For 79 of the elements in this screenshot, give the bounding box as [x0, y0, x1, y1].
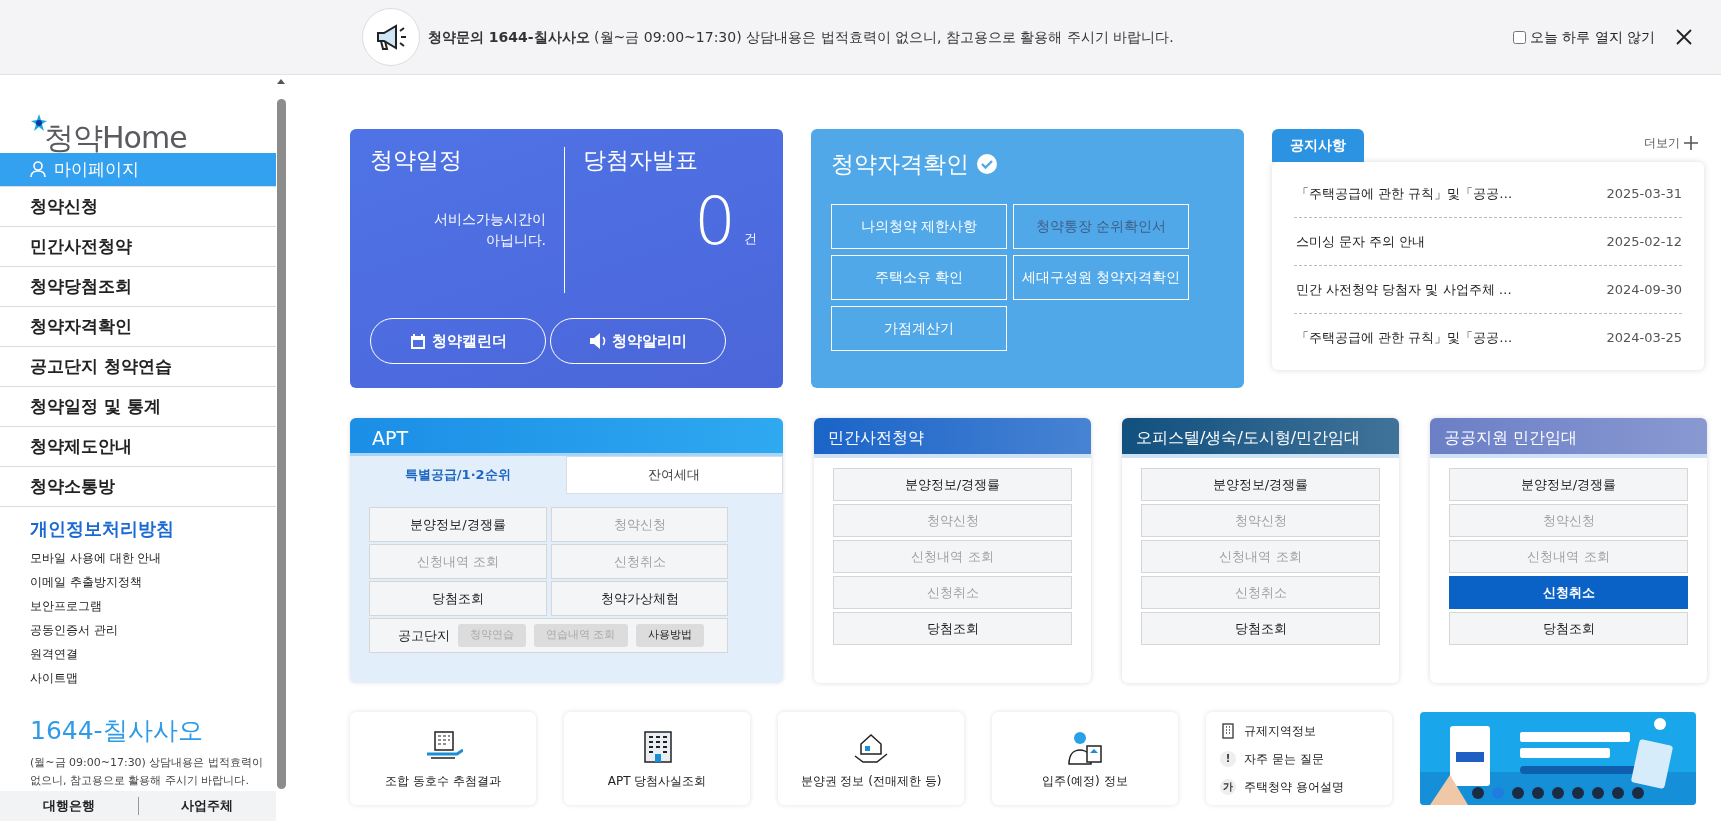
- panel-title: APT: [350, 418, 783, 456]
- notice-date: 2025-03-31: [1606, 184, 1682, 203]
- menu-button[interactable]: 당첨조회: [1141, 612, 1380, 645]
- menu-button[interactable]: 당첨조회: [369, 581, 547, 616]
- notice-title[interactable]: 스미싱 문자 주의 안내: [1296, 231, 1426, 252]
- footer-link[interactable]: 사이트맵: [30, 671, 78, 685]
- quick-link-card[interactable]: APT 당첨사실조회: [564, 712, 750, 805]
- notice-title[interactable]: 「주택공급에 관한 규칙」및「공공…: [1296, 328, 1513, 348]
- panel-header: 공공지원 민간임대: [1430, 418, 1707, 458]
- menu-item[interactable]: 청약제도안내: [0, 427, 276, 467]
- tab[interactable]: 잔여세대: [565, 456, 783, 494]
- footer-link[interactable]: 이메일 추출방지정책: [30, 575, 142, 589]
- quick-link-card[interactable]: 입주(예정) 정보: [992, 712, 1178, 805]
- footer-link[interactable]: 공동인증서 관리: [30, 623, 118, 637]
- scroll-up-icon[interactable]: [276, 77, 286, 85]
- menu-item[interactable]: 청약신청: [0, 187, 276, 227]
- quick-link-label: 분양권 정보 (전매제한 등): [800, 772, 942, 790]
- menu-button[interactable]: 분양정보/경쟁률: [1449, 468, 1688, 501]
- info-link[interactable]: 주택청약 용어설명: [1244, 777, 1344, 796]
- menu-button[interactable]: 청약가상체험: [551, 581, 728, 616]
- card-title: 청약자격확인: [831, 150, 969, 179]
- notice-date: 2024-03-25: [1606, 329, 1682, 348]
- menu-item[interactable]: 청약일정 및 통계: [0, 387, 276, 427]
- calendar-icon: [409, 332, 426, 350]
- building-icon: [1220, 722, 1236, 739]
- more-link[interactable]: 더보기: [1644, 134, 1680, 152]
- card-title: 당첨자발표: [583, 147, 699, 175]
- panel-header: 오피스텔/생숙/도시형/민간임대: [1122, 418, 1399, 458]
- notice-title[interactable]: 「주택공급에 관한 규칙」및「공공…: [1296, 183, 1513, 204]
- menu-item[interactable]: 청약당첨조회: [0, 267, 276, 307]
- scrollbar-thumb[interactable]: [277, 99, 286, 789]
- info-link[interactable]: 규제지역정보: [1244, 721, 1316, 740]
- menu-button[interactable]: 신청취소: [1449, 576, 1688, 609]
- footer-link[interactable]: 모바일 사용에 대한 안내: [30, 551, 162, 565]
- quick-link-label: 조합 동호수 추첨결과: [385, 772, 501, 790]
- info-link[interactable]: 자주 묻는 질문: [1244, 749, 1324, 768]
- quick-link-card[interactable]: 조합 동호수 추첨결과: [350, 712, 536, 805]
- menu-button[interactable]: 당첨조회: [1449, 612, 1688, 645]
- star-logo-icon: [30, 113, 48, 131]
- glyph-icon: !: [1220, 750, 1236, 767]
- menu-button[interactable]: 분양정보/경쟁률: [833, 468, 1072, 501]
- hours-note: (월~금 09:00~17:30) 상담내용은 법적효력이 없으니, 참고용으로 활용해 주시기 바랍니다.: [29, 754, 264, 790]
- practice-button[interactable]: 사용방법: [635, 624, 704, 647]
- notice-date: 2025-02-12: [1606, 232, 1682, 251]
- checkbox-label[interactable]: 오늘 하루 열지 않기: [1529, 26, 1655, 48]
- menu-button[interactable]: 당첨조회: [833, 612, 1072, 645]
- person-icon: [30, 161, 46, 178]
- footer-link[interactable]: 원격연결: [30, 647, 78, 661]
- footer-tab[interactable]: 대행은행: [0, 796, 138, 816]
- card-title: 청약일정: [370, 147, 463, 175]
- quick-link-card[interactable]: 분양권 정보 (전매제한 등): [778, 712, 964, 805]
- practice-label: 공고단지: [398, 626, 450, 645]
- quick-link-label: APT 당첨사실조회: [607, 772, 707, 790]
- logo[interactable]: 청약Home: [44, 123, 187, 153]
- plus-icon[interactable]: [1684, 136, 1698, 150]
- menu-button[interactable]: 분양정보/경쟁률: [369, 507, 547, 542]
- policy-link[interactable]: 개인정보처리방침: [0, 507, 276, 546]
- quick-link-label: 입주(예정) 정보: [1042, 772, 1128, 790]
- phone-number: 1644-칠사사오: [29, 715, 204, 747]
- notice-date: 2024-09-30: [1606, 280, 1682, 299]
- speaker-icon: [589, 332, 606, 350]
- check-circle-icon: [977, 154, 997, 175]
- count-unit: 건: [744, 230, 757, 249]
- panel-header: 민간사전청약: [814, 418, 1091, 458]
- footer-link[interactable]: 보안프로그램: [30, 599, 102, 613]
- menu-item[interactable]: 민간사전청약: [0, 227, 276, 267]
- winner-count: 0: [694, 188, 736, 255]
- notice-title[interactable]: 민간 사전청약 당첨자 및 사업주체 …: [1296, 279, 1512, 300]
- menu-item[interactable]: 청약소통방: [0, 467, 276, 507]
- checkbox[interactable]: [1512, 30, 1526, 44]
- menu-item[interactable]: 청약자격확인: [0, 307, 276, 347]
- tab[interactable]: 특별공급/1·2순위: [350, 456, 566, 494]
- footer-tab[interactable]: 사업주체: [138, 796, 276, 816]
- close-icon[interactable]: [1675, 28, 1693, 46]
- menu-button[interactable]: 분양정보/경쟁률: [1141, 468, 1380, 501]
- glyph-icon: 가: [1220, 778, 1236, 795]
- status-message: 서비스가능시간이 아닙니다.: [433, 209, 546, 250]
- notice-text: 청약문의 1644-칠사사오 (월~금 09:00~17:30) 상담내용은 법적효력이 없으니, 참고용으로 활용해 주시기 바랍니다.: [428, 27, 1174, 47]
- menu-item[interactable]: 공고단지 청약연습: [0, 347, 276, 387]
